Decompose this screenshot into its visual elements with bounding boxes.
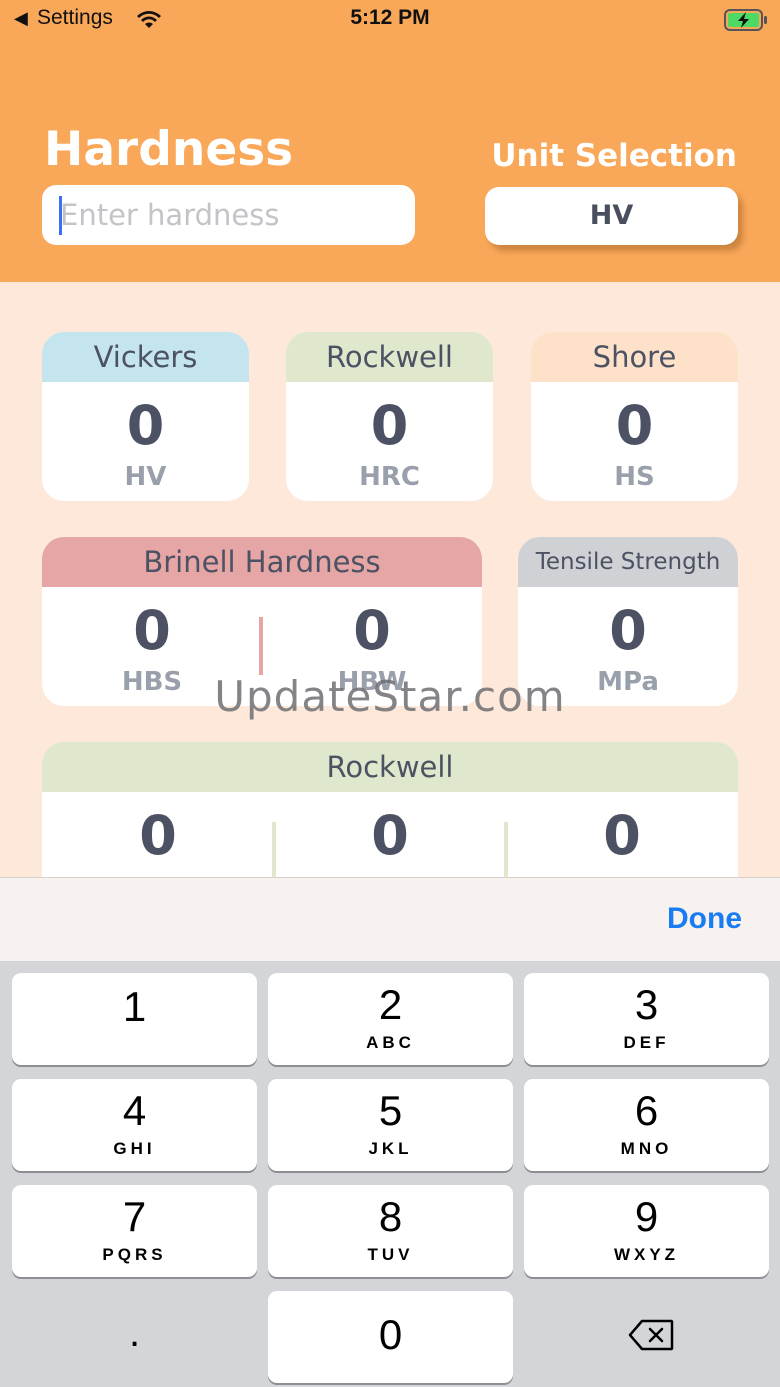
- status-bar: ◀ Settings 5:12 PM: [0, 0, 780, 40]
- key-0[interactable]: 0: [268, 1291, 513, 1383]
- backspace-icon: [628, 1319, 674, 1351]
- shore-card: Shore 0 HS: [531, 332, 738, 501]
- key-9-letters: WXYZ: [613, 1245, 680, 1264]
- tensile-value: 0: [609, 599, 647, 662]
- key-2-letters: ABC: [366, 1033, 415, 1052]
- key-decimal[interactable]: .: [12, 1291, 257, 1383]
- vickers-title: Vickers: [42, 332, 249, 382]
- key-3-letters: DEF: [623, 1033, 670, 1052]
- key-4-number: 4: [122, 1087, 147, 1134]
- done-button[interactable]: Done: [667, 902, 742, 936]
- brinell-hbw-value: 0: [353, 599, 391, 662]
- unit-selection-button[interactable]: HV: [485, 187, 738, 245]
- key-2-number: 2: [378, 981, 403, 1028]
- status-time: 5:12 PM: [350, 6, 430, 29]
- key-3-number: 3: [634, 981, 659, 1028]
- key-8-number: 8: [378, 1193, 403, 1240]
- rockwell-scale-2-value: 0: [371, 804, 409, 867]
- rockwell-value: 0: [370, 394, 409, 457]
- key-7-number: 7: [122, 1193, 147, 1240]
- vickers-value: 0: [126, 394, 165, 457]
- key-5-number: 5: [378, 1087, 403, 1134]
- key-5-letters: JKL: [368, 1139, 413, 1158]
- rockwell-title: Rockwell: [286, 332, 493, 382]
- shore-title: Shore: [531, 332, 738, 382]
- key-9[interactable]: 9 WXYZ: [524, 1185, 769, 1277]
- hardness-input[interactable]: [60, 185, 405, 245]
- key-0-number: 0: [378, 1311, 403, 1358]
- backspace-key[interactable]: [524, 1291, 769, 1383]
- brinell-hbs-value: 0: [133, 599, 171, 662]
- key-2[interactable]: 2 ABC: [268, 973, 513, 1065]
- battery-charging-icon: [724, 9, 767, 31]
- keyboard-accessory-bar: Done: [0, 877, 780, 961]
- key-1-number: 1: [122, 983, 147, 1030]
- key-9-number: 9: [634, 1193, 659, 1240]
- rockwell-unit: HRC: [359, 462, 420, 492]
- vickers-card: Vickers 0 HV: [42, 332, 249, 501]
- shore-value: 0: [615, 394, 654, 457]
- rockwell-card: Rockwell 0 HRC: [286, 332, 493, 501]
- hardness-input-wrapper[interactable]: [42, 185, 415, 245]
- key-4-letters: GHI: [113, 1139, 156, 1158]
- rockwell-scale-3-value: 0: [603, 804, 641, 867]
- key-8-letters: TUV: [367, 1245, 414, 1264]
- rockwell-scale-1-value: 0: [139, 804, 177, 867]
- key-1[interactable]: 1: [12, 973, 257, 1065]
- vickers-unit: HV: [124, 462, 167, 492]
- tensile-title: Tensile Strength: [518, 537, 738, 587]
- watermark: UpdateStar.com: [214, 672, 566, 721]
- key-8[interactable]: 8 TUV: [268, 1185, 513, 1277]
- key-6-letters: MNO: [620, 1139, 673, 1158]
- key-6[interactable]: 6 MNO: [524, 1079, 769, 1171]
- key-4[interactable]: 4 GHI: [12, 1079, 257, 1171]
- key-7-letters: PQRS: [102, 1245, 167, 1264]
- unit-selection-label: Unit Selection: [491, 138, 737, 174]
- shore-unit: HS: [614, 462, 655, 492]
- key-3[interactable]: 3 DEF: [524, 973, 769, 1065]
- key-6-number: 6: [634, 1087, 659, 1134]
- page-title: Hardness: [44, 122, 294, 177]
- key-7[interactable]: 7 PQRS: [12, 1185, 257, 1277]
- header: ◀ Settings 5:12 PM Hardness Unit Selecti…: [0, 0, 780, 282]
- key-5[interactable]: 5 JKL: [268, 1079, 513, 1171]
